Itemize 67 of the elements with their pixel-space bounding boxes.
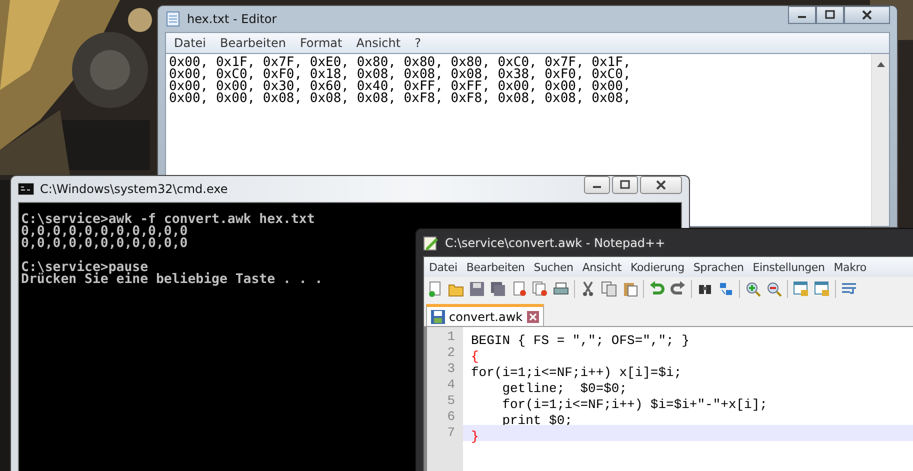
close-file-icon[interactable] [511, 281, 527, 297]
close-icon [655, 180, 667, 190]
replace-icon[interactable] [718, 281, 734, 297]
minimize-button[interactable] [584, 176, 610, 194]
save-icon[interactable] [469, 281, 485, 297]
minimize-button[interactable] [788, 6, 816, 24]
zoom-in-icon[interactable] [745, 281, 761, 297]
redo-icon[interactable] [670, 281, 686, 297]
notepad-icon [165, 11, 181, 27]
window-title: hex.txt - Editor [187, 12, 277, 26]
menu-item[interactable]: Suchen [528, 260, 578, 274]
window-lock-icon[interactable] [793, 281, 809, 297]
menu-item[interactable]: Bearbeiten [461, 260, 529, 274]
maximize-icon [619, 180, 631, 190]
menu-item[interactable]: Kodierung [626, 260, 688, 274]
close-button[interactable] [640, 176, 682, 194]
console-line: C:\service>awk -f convert.awk hex.txt [21, 214, 315, 226]
text-line: 0x00, 0xC0, 0xF0, 0x18, 0x08, 0x08, 0x08, 0x38, 0xF0, 0xC0, [169, 69, 632, 81]
menu-item[interactable]: Ansicht [577, 260, 626, 274]
window-title: C:\service\convert.awk - Notepad++ [445, 236, 666, 250]
code-line: BEGIN { FS = ","; OFS=","; } [471, 333, 690, 348]
menu-item[interactable]: Sprachen [688, 260, 748, 274]
code-line: getline; $0=$0; [501, 381, 628, 396]
text-line: 0x00, 0x1F, 0x7F, 0xE0, 0x80, 0x80, 0x80, 0xC0, 0x7F, 0x1F, [169, 57, 632, 69]
menu-item[interactable]: Ansicht [348, 36, 407, 50]
window-title: C:\Windows\system32\cmd.exe [40, 182, 228, 196]
file-tab[interactable]: convert.awk [426, 304, 544, 326]
wrap-icon[interactable] [841, 281, 857, 297]
menu-item[interactable]: Datei [424, 260, 462, 274]
code-line: { [471, 349, 479, 364]
menu-item[interactable]: Einstellungen [748, 260, 829, 274]
undo-icon[interactable] [649, 281, 665, 297]
text-line: 0x00, 0x00, 0x30, 0x60, 0x40, 0xFF, 0xFF, 0x00, 0x00, 0x00, [169, 81, 632, 93]
maximize-button[interactable] [816, 6, 844, 24]
console-icon [18, 183, 34, 195]
code-line: for(i=1;i<=NF;i++) $i=$i+"-"+x[i]; [501, 397, 768, 412]
maximize-icon [824, 10, 836, 20]
close-icon [861, 10, 873, 20]
print-icon[interactable] [553, 281, 569, 297]
cut-icon[interactable] [580, 281, 596, 297]
close-all-icon[interactable] [532, 281, 548, 297]
code-line: print $0; [501, 413, 572, 428]
menu-item[interactable]: Bearbeiten [212, 36, 292, 50]
notepad-icon [423, 234, 439, 250]
close-icon[interactable] [526, 310, 539, 322]
zoom-out-icon[interactable] [766, 281, 782, 297]
scroll-up-icon [876, 62, 884, 67]
copy-icon[interactable] [601, 281, 617, 297]
console-line: C:\service>pause [21, 262, 148, 274]
save-all-icon[interactable] [490, 281, 506, 297]
close-button[interactable] [844, 6, 890, 24]
menu-item[interactable]: Datei [166, 36, 212, 50]
menu-item[interactable]: Format [292, 36, 348, 50]
code-line: for(i=1;i<=NF;i++) x[i]=$i; [471, 365, 682, 380]
code-line: } [471, 429, 479, 444]
maximize-button[interactable] [612, 176, 638, 194]
text-line: 0x00, 0x00, 0x08, 0x08, 0x08, 0xF8, 0xF8, 0x08, 0x08, 0x08, [169, 93, 632, 105]
save-icon [431, 310, 445, 324]
paste-icon[interactable] [622, 281, 638, 297]
new-file-icon[interactable] [427, 281, 443, 297]
console-line: 0,0,0,0,0,0,0,0,0,0,0 [21, 238, 188, 250]
menu-item[interactable]: Makro [828, 260, 870, 274]
console-line: Drücken Sie eine beliebige Taste . . . [21, 274, 323, 286]
menu-item[interactable]: ? [406, 36, 427, 50]
scrollbar[interactable] [871, 54, 889, 226]
console-line: 0,0,0,0,0,0,0,0,0,0,0 [21, 226, 188, 238]
window-lock-icon[interactable] [814, 281, 830, 297]
